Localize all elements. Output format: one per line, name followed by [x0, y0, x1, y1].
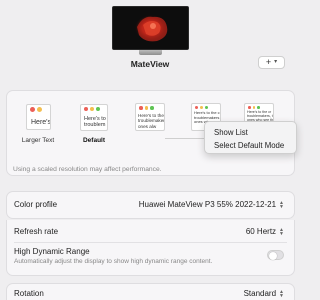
toggle-knob	[269, 251, 277, 260]
updown-chevron-icon: ▲ ▼	[279, 288, 284, 299]
minimize-dot-icon	[90, 107, 94, 111]
refresh-rate-row: Refresh rate 60 Hertz ▲ ▼	[14, 227, 284, 236]
plus-icon: +	[265, 57, 272, 67]
close-dot-icon	[248, 106, 251, 109]
refresh-rate-value: 60 Hertz	[245, 227, 277, 236]
refresh-rate-select[interactable]: 60 Hertz ▲ ▼	[246, 227, 284, 236]
rotation-label: Rotation	[14, 289, 44, 298]
zoom-dot-icon	[257, 106, 260, 109]
chevron-down-icon: ▾	[274, 59, 278, 65]
resolution-label-default: Default	[82, 137, 106, 144]
display-screen	[112, 6, 189, 50]
close-dot-icon	[195, 106, 198, 109]
zoom-dot-icon	[205, 106, 208, 109]
resolution-option-more-space-1[interactable]: Here's to the troublemakers ones alw	[135, 103, 165, 131]
refresh-hdr-card: Refresh rate 60 Hertz ▲ ▼ High Dynamic Ra…	[6, 220, 295, 276]
menu-item-show-list[interactable]: Show List	[205, 126, 296, 139]
refresh-rate-label: Refresh rate	[14, 227, 59, 236]
minimize-dot-icon	[252, 106, 255, 109]
color-profile-row: Color profile Huawei MateView P3 55% 202…	[14, 200, 284, 209]
rotation-card: Rotation Standard ▲ ▼	[6, 283, 295, 300]
resolution-label-larger-text: Larger Text	[21, 137, 55, 144]
monitor-stand	[139, 50, 162, 55]
scaled-resolution-note: Using a scaled resolution may affect per…	[13, 166, 162, 173]
menu-item-select-default-mode[interactable]: Select Default Mode	[205, 139, 296, 152]
close-dot-icon	[30, 107, 35, 112]
color-profile-label: Color profile	[14, 200, 58, 209]
display-name: MateView	[130, 59, 170, 69]
zoom-dot-icon	[96, 107, 100, 111]
rotation-select[interactable]: Standard ▲ ▼	[244, 289, 284, 298]
hdr-row: High Dynamic Range Automatically adjust …	[14, 247, 284, 265]
context-menu: Show List Select Default Mode	[204, 121, 297, 154]
hdr-description: Automatically adjust the display to show…	[14, 258, 213, 265]
close-dot-icon	[139, 106, 143, 110]
minimize-dot-icon	[144, 106, 148, 110]
preview-text: Here's to troublem	[84, 116, 106, 129]
updown-chevron-icon: ▲ ▼	[279, 199, 284, 210]
display-thumbnail	[112, 6, 189, 56]
preview-text: Here's	[31, 119, 51, 126]
rotation-value: Standard	[243, 289, 277, 298]
color-profile-card: Color profile Huawei MateView P3 55% 202…	[6, 191, 295, 219]
color-profile-value: Huawei MateView P3 55% 2022-12-21	[138, 200, 277, 209]
rotation-row: Rotation Standard ▲ ▼	[14, 289, 284, 298]
add-display-button[interactable]: + ▾	[258, 56, 285, 69]
hdr-toggle[interactable]	[267, 250, 284, 260]
close-dot-icon	[84, 107, 88, 111]
color-profile-select[interactable]: Huawei MateView P3 55% 2022-12-21 ▲ ▼	[139, 200, 284, 209]
zoom-dot-icon	[150, 106, 154, 110]
resolution-option-larger-text[interactable]: Here's	[26, 104, 51, 130]
updown-chevron-icon: ▲ ▼	[279, 226, 284, 237]
wallpaper-image	[113, 7, 188, 49]
minimize-dot-icon	[37, 107, 42, 112]
row-divider	[14, 242, 287, 243]
hdr-label: High Dynamic Range	[14, 247, 90, 256]
minimize-dot-icon	[200, 106, 203, 109]
preview-text: Here's to the troublemakers ones alw	[138, 113, 165, 129]
resolution-option-default[interactable]: Here's to troublem	[80, 104, 108, 131]
